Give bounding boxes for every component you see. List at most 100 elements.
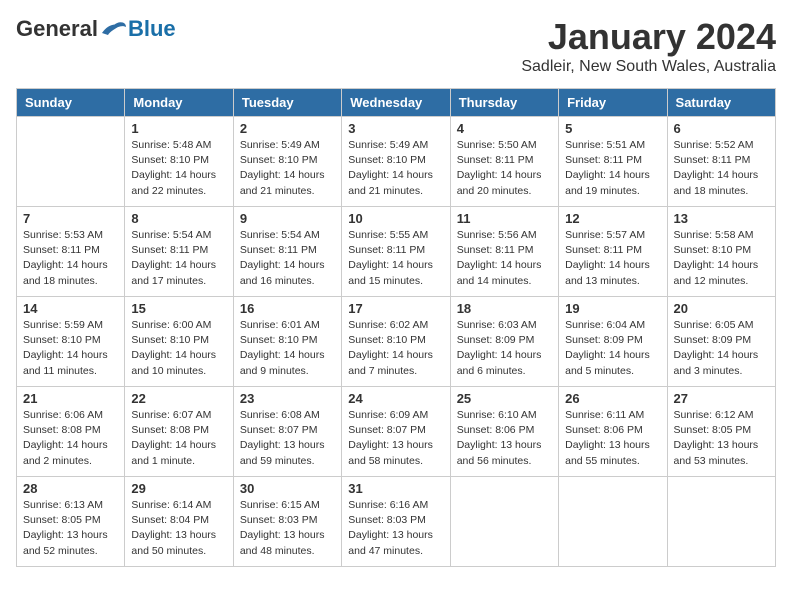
day-info: Sunrise: 6:09 AMSunset: 8:07 PMDaylight:… bbox=[348, 408, 443, 469]
weekday-header-saturday: Saturday bbox=[667, 89, 775, 117]
calendar-cell: 23 Sunrise: 6:08 AMSunset: 8:07 PMDayligh… bbox=[233, 387, 341, 477]
calendar-cell: 5Sunrise: 5:51 AMSunset: 8:11 PMDaylight… bbox=[559, 117, 667, 207]
day-number: 28 bbox=[23, 481, 118, 496]
calendar-cell: 14Sunrise: 5:59 AMSunset: 8:10 PMDayligh… bbox=[17, 297, 125, 387]
day-info: Sunrise: 5:49 AMSunset: 8:10 PMDaylight:… bbox=[240, 138, 335, 199]
calendar-cell bbox=[450, 477, 558, 567]
calendar-cell bbox=[559, 477, 667, 567]
day-info: Sunrise: 6:02 AMSunset: 8:10 PMDaylight:… bbox=[348, 318, 443, 379]
day-number: 10 bbox=[348, 211, 443, 226]
month-title: January 2024 bbox=[521, 16, 776, 58]
calendar-cell bbox=[667, 477, 775, 567]
calendar-cell: 8Sunrise: 5:54 AMSunset: 8:11 PMDaylight… bbox=[125, 207, 233, 297]
weekday-header-monday: Monday bbox=[125, 89, 233, 117]
calendar-cell: 27 Sunrise: 6:12 AMSunset: 8:05 PMDayligh… bbox=[667, 387, 775, 477]
day-info: Sunrise: 5:52 AMSunset: 8:11 PMDaylight:… bbox=[674, 138, 769, 199]
day-info: Sunrise: 6:08 AMSunset: 8:07 PMDaylight:… bbox=[240, 408, 335, 469]
day-number: 25 bbox=[457, 391, 552, 406]
day-number: 30 bbox=[240, 481, 335, 496]
day-number: 12 bbox=[565, 211, 660, 226]
weekday-header-friday: Friday bbox=[559, 89, 667, 117]
calendar-table: SundayMondayTuesdayWednesdayThursdayFrid… bbox=[16, 88, 776, 567]
weekday-header-wednesday: Wednesday bbox=[342, 89, 450, 117]
day-number: 6 bbox=[674, 121, 769, 136]
day-info: Sunrise: 6:11 AMSunset: 8:06 PMDaylight:… bbox=[565, 408, 660, 469]
week-row-1: 1Sunrise: 5:48 AMSunset: 8:10 PMDaylight… bbox=[17, 117, 776, 207]
calendar-cell: 12 Sunrise: 5:57 AMSunset: 8:11 PMDayligh… bbox=[559, 207, 667, 297]
day-number: 13 bbox=[674, 211, 769, 226]
day-info: Sunrise: 5:59 AMSunset: 8:10 PMDaylight:… bbox=[23, 318, 118, 379]
calendar-cell: 25 Sunrise: 6:10 AMSunset: 8:06 PMDayligh… bbox=[450, 387, 558, 477]
day-info: Sunrise: 6:04 AMSunset: 8:09 PMDaylight:… bbox=[565, 318, 660, 379]
day-number: 7 bbox=[23, 211, 118, 226]
day-number: 1 bbox=[131, 121, 226, 136]
day-number: 17 bbox=[348, 301, 443, 316]
day-info: Sunrise: 5:57 AMSunset: 8:11 PMDaylight:… bbox=[565, 228, 660, 289]
calendar-cell: 17 Sunrise: 6:02 AMSunset: 8:10 PMDayligh… bbox=[342, 297, 450, 387]
calendar-cell: 10Sunrise: 5:55 AMSunset: 8:11 PMDayligh… bbox=[342, 207, 450, 297]
day-number: 29 bbox=[131, 481, 226, 496]
calendar-cell: 30 Sunrise: 6:15 AMSunset: 8:03 PMDayligh… bbox=[233, 477, 341, 567]
day-info: Sunrise: 6:05 AMSunset: 8:09 PMDaylight:… bbox=[674, 318, 769, 379]
day-number: 23 bbox=[240, 391, 335, 406]
calendar-cell: 28 Sunrise: 6:13 AMSunset: 8:05 PMDayligh… bbox=[17, 477, 125, 567]
day-info: Sunrise: 6:00 AMSunset: 8:10 PMDaylight:… bbox=[131, 318, 226, 379]
title-area: January 2024 Sadleir, New South Wales, A… bbox=[521, 16, 776, 76]
calendar-cell: 16Sunrise: 6:01 AMSunset: 8:10 PMDayligh… bbox=[233, 297, 341, 387]
day-number: 20 bbox=[674, 301, 769, 316]
calendar-cell: 18 Sunrise: 6:03 AMSunset: 8:09 PMDayligh… bbox=[450, 297, 558, 387]
calendar-cell: 6 Sunrise: 5:52 AMSunset: 8:11 PMDaylight… bbox=[667, 117, 775, 207]
day-info: Sunrise: 6:10 AMSunset: 8:06 PMDaylight:… bbox=[457, 408, 552, 469]
calendar-cell: 20 Sunrise: 6:05 AMSunset: 8:09 PMDayligh… bbox=[667, 297, 775, 387]
weekday-header-tuesday: Tuesday bbox=[233, 89, 341, 117]
day-info: Sunrise: 5:53 AMSunset: 8:11 PMDaylight:… bbox=[23, 228, 118, 289]
day-info: Sunrise: 5:50 AMSunset: 8:11 PMDaylight:… bbox=[457, 138, 552, 199]
logo: General Blue bbox=[16, 16, 176, 42]
calendar-cell: 7 Sunrise: 5:53 AMSunset: 8:11 PMDaylight… bbox=[17, 207, 125, 297]
logo-bird-icon bbox=[100, 19, 128, 39]
calendar-cell: 1Sunrise: 5:48 AMSunset: 8:10 PMDaylight… bbox=[125, 117, 233, 207]
day-info: Sunrise: 6:15 AMSunset: 8:03 PMDaylight:… bbox=[240, 498, 335, 559]
calendar-cell bbox=[17, 117, 125, 207]
day-info: Sunrise: 6:03 AMSunset: 8:09 PMDaylight:… bbox=[457, 318, 552, 379]
calendar-cell: 21 Sunrise: 6:06 AMSunset: 8:08 PMDayligh… bbox=[17, 387, 125, 477]
page-header: General Blue January 2024 Sadleir, New S… bbox=[16, 16, 776, 76]
day-info: Sunrise: 6:16 AMSunset: 8:03 PMDaylight:… bbox=[348, 498, 443, 559]
day-info: Sunrise: 6:12 AMSunset: 8:05 PMDaylight:… bbox=[674, 408, 769, 469]
day-number: 4 bbox=[457, 121, 552, 136]
weekday-header-thursday: Thursday bbox=[450, 89, 558, 117]
calendar-cell: 15Sunrise: 6:00 AMSunset: 8:10 PMDayligh… bbox=[125, 297, 233, 387]
calendar-cell: 26Sunrise: 6:11 AMSunset: 8:06 PMDayligh… bbox=[559, 387, 667, 477]
day-info: Sunrise: 6:01 AMSunset: 8:10 PMDaylight:… bbox=[240, 318, 335, 379]
day-info: Sunrise: 6:06 AMSunset: 8:08 PMDaylight:… bbox=[23, 408, 118, 469]
day-number: 27 bbox=[674, 391, 769, 406]
day-number: 19 bbox=[565, 301, 660, 316]
logo-blue: Blue bbox=[128, 16, 176, 42]
day-number: 3 bbox=[348, 121, 443, 136]
calendar-cell: 22Sunrise: 6:07 AMSunset: 8:08 PMDayligh… bbox=[125, 387, 233, 477]
day-info: Sunrise: 5:54 AMSunset: 8:11 PMDaylight:… bbox=[240, 228, 335, 289]
day-info: Sunrise: 5:54 AMSunset: 8:11 PMDaylight:… bbox=[131, 228, 226, 289]
day-number: 21 bbox=[23, 391, 118, 406]
day-number: 5 bbox=[565, 121, 660, 136]
calendar-cell: 24 Sunrise: 6:09 AMSunset: 8:07 PMDayligh… bbox=[342, 387, 450, 477]
day-number: 31 bbox=[348, 481, 443, 496]
calendar-cell: 2 Sunrise: 5:49 AMSunset: 8:10 PMDaylight… bbox=[233, 117, 341, 207]
day-number: 24 bbox=[348, 391, 443, 406]
day-number: 2 bbox=[240, 121, 335, 136]
weekday-header-row: SundayMondayTuesdayWednesdayThursdayFrid… bbox=[17, 89, 776, 117]
day-number: 9 bbox=[240, 211, 335, 226]
calendar-cell: 13Sunrise: 5:58 AMSunset: 8:10 PMDayligh… bbox=[667, 207, 775, 297]
weekday-header-sunday: Sunday bbox=[17, 89, 125, 117]
calendar-cell: 29Sunrise: 6:14 AMSunset: 8:04 PMDayligh… bbox=[125, 477, 233, 567]
week-row-4: 21 Sunrise: 6:06 AMSunset: 8:08 PMDayligh… bbox=[17, 387, 776, 477]
calendar-cell: 19 Sunrise: 6:04 AMSunset: 8:09 PMDayligh… bbox=[559, 297, 667, 387]
calendar-cell: 31 Sunrise: 6:16 AMSunset: 8:03 PMDayligh… bbox=[342, 477, 450, 567]
day-info: Sunrise: 5:49 AMSunset: 8:10 PMDaylight:… bbox=[348, 138, 443, 199]
day-info: Sunrise: 6:13 AMSunset: 8:05 PMDaylight:… bbox=[23, 498, 118, 559]
location-subtitle: Sadleir, New South Wales, Australia bbox=[521, 58, 776, 76]
day-number: 18 bbox=[457, 301, 552, 316]
calendar-cell: 4 Sunrise: 5:50 AMSunset: 8:11 PMDaylight… bbox=[450, 117, 558, 207]
week-row-2: 7 Sunrise: 5:53 AMSunset: 8:11 PMDaylight… bbox=[17, 207, 776, 297]
calendar-cell: 11Sunrise: 5:56 AMSunset: 8:11 PMDayligh… bbox=[450, 207, 558, 297]
